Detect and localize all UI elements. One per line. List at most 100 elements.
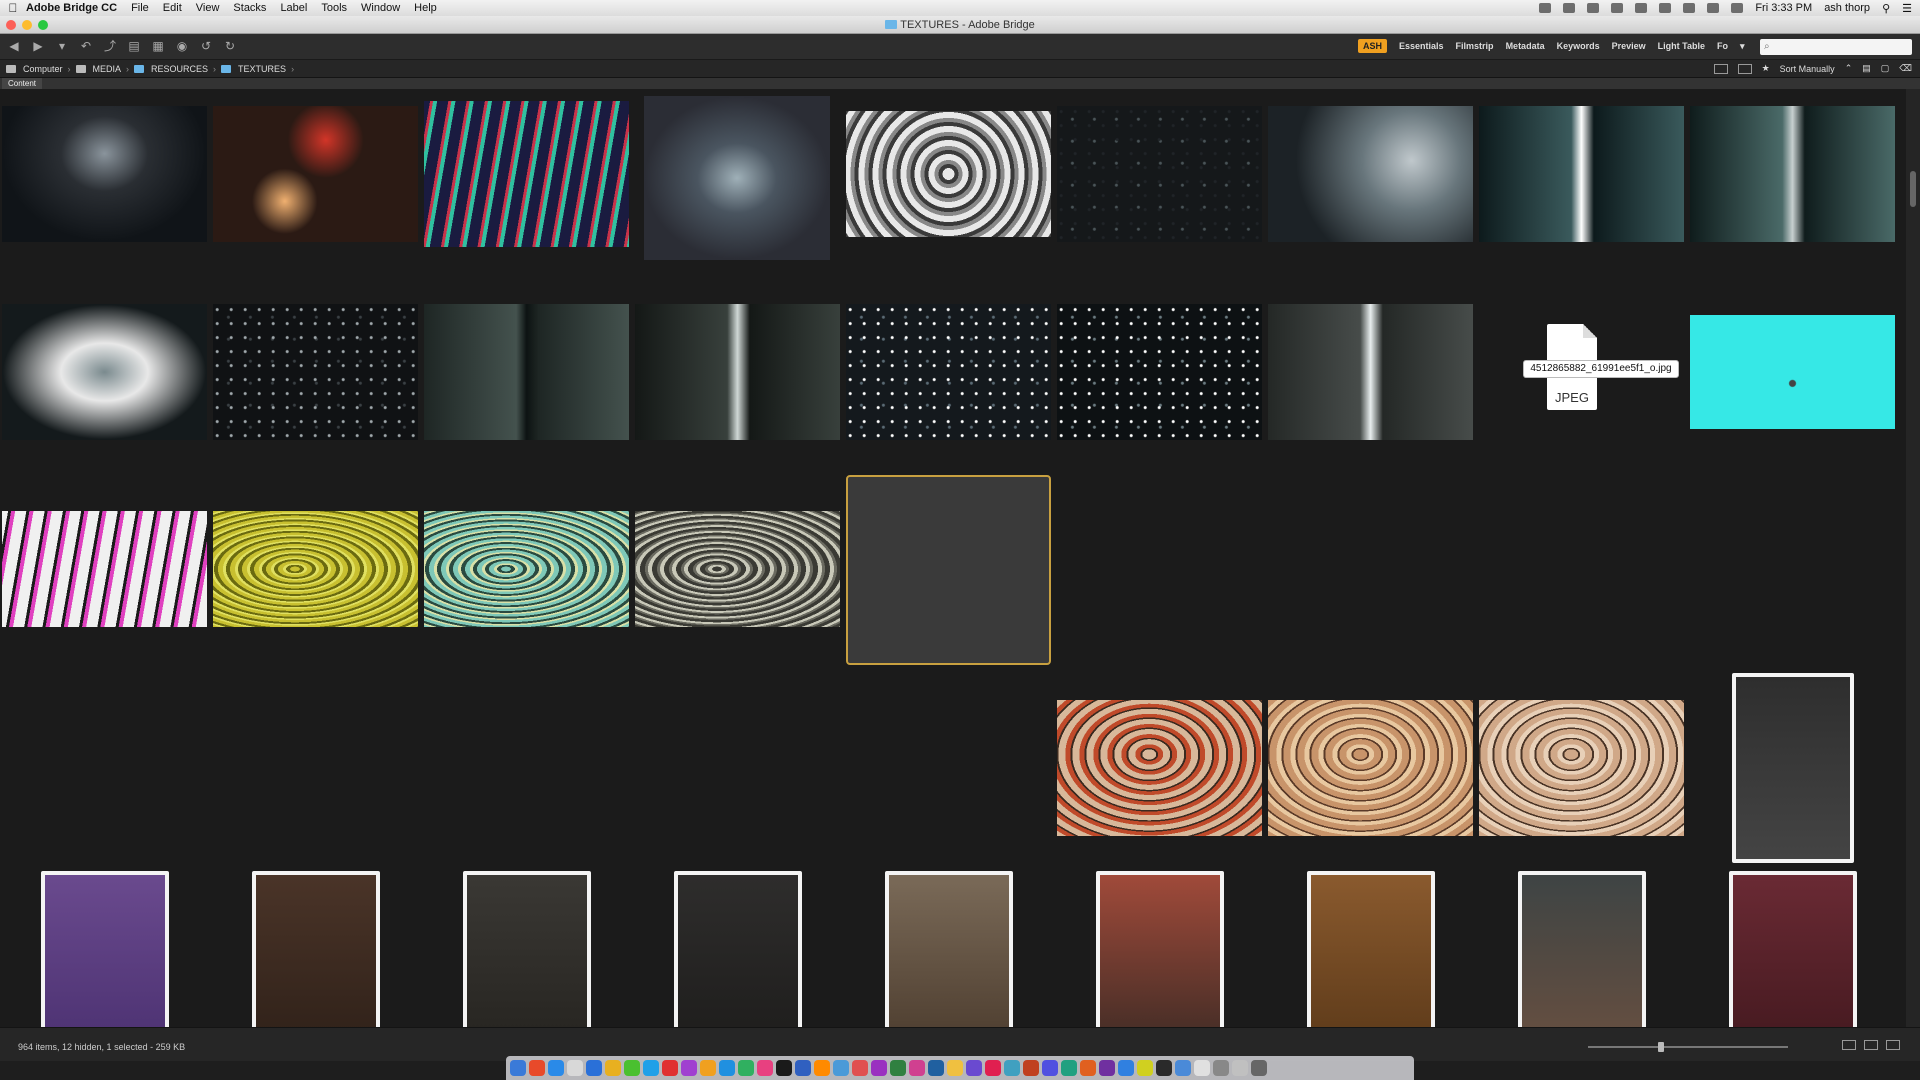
dock-app-icon[interactable] [1080, 1060, 1096, 1076]
apple-icon[interactable]:  [0, 1, 26, 15]
dock-app-icon[interactable] [852, 1060, 868, 1076]
new-folder-icon[interactable]: ▢ [1881, 63, 1890, 74]
thumbnail-cell[interactable] [2, 475, 207, 665]
rotate-right-icon[interactable]: ↻ [222, 39, 238, 53]
thumbnail-cell[interactable] [1268, 89, 1473, 269]
workspace-dropdown-icon[interactable]: ▾ [1740, 41, 1745, 52]
slider-knob[interactable] [1658, 1042, 1664, 1052]
refine-icon[interactable]: ▦ [150, 39, 166, 53]
dock-app-icon[interactable] [548, 1060, 564, 1076]
dock-app-icon[interactable] [757, 1060, 773, 1076]
thumbnail-cell[interactable] [1690, 475, 1895, 665]
thumbnail-cell[interactable] [846, 673, 1051, 863]
dock-app-icon[interactable] [738, 1060, 754, 1076]
wifi-icon[interactable] [1707, 3, 1720, 13]
dock-app-icon[interactable] [719, 1060, 735, 1076]
return-to-app-icon[interactable]: ↶ [78, 39, 94, 53]
thumbnail-cell[interactable] [1268, 277, 1473, 467]
dock-app-icon[interactable] [833, 1060, 849, 1076]
thumbnail-cell[interactable] [846, 871, 1051, 1027]
thumbnail-cell[interactable] [213, 673, 418, 863]
menu-view[interactable]: View [196, 2, 220, 14]
display-icon[interactable] [1635, 3, 1648, 13]
thumbnail-cell[interactable]: 4512865882_61991ee5f1_o.jpg JPEG [1479, 277, 1684, 467]
open-recent-icon[interactable]: ▤ [1862, 63, 1871, 74]
dock-app-icon[interactable] [1137, 1060, 1153, 1076]
workspace-metadata[interactable]: Metadata [1506, 41, 1545, 51]
menu-tools[interactable]: Tools [321, 2, 347, 14]
dock-app-icon[interactable] [871, 1060, 887, 1076]
thumbnail-cell[interactable] [1268, 475, 1473, 665]
sort-dropdown[interactable]: Sort Manually [1780, 64, 1835, 74]
thumbnail-cell[interactable] [213, 871, 418, 1027]
workspace-ash[interactable]: ASH [1358, 39, 1388, 53]
dock-app-icon[interactable] [776, 1060, 792, 1076]
thumbnail-cell[interactable] [1479, 475, 1684, 665]
dock-app-icon[interactable] [966, 1060, 982, 1076]
thumbnail-cell[interactable] [424, 277, 629, 467]
dock-app-icon[interactable] [795, 1060, 811, 1076]
dock-app-icon[interactable] [1232, 1060, 1248, 1076]
thumbnail-cell[interactable] [213, 277, 418, 467]
scrollbar-thumb[interactable] [1910, 171, 1916, 207]
dock-app-icon[interactable] [814, 1060, 830, 1076]
get-photos-icon[interactable]: ▤ [126, 39, 142, 53]
thumbnail-cell[interactable] [213, 475, 418, 665]
dock-app-icon[interactable] [586, 1060, 602, 1076]
thumbnail-cell[interactable] [1057, 89, 1262, 269]
menu-edit[interactable]: Edit [163, 2, 182, 14]
thumbnail-cell[interactable] [1057, 277, 1262, 467]
behance-icon[interactable] [1539, 3, 1552, 13]
battery-icon[interactable] [1731, 3, 1744, 13]
thumbnail-cell[interactable] [1057, 673, 1262, 863]
menubar-user[interactable]: ash thorp [1824, 2, 1870, 14]
thumbnail-cell[interactable] [1057, 871, 1262, 1027]
dock-app-icon[interactable] [624, 1060, 640, 1076]
thumbnail-cell[interactable] [1690, 89, 1895, 269]
dropbox-icon[interactable] [1611, 3, 1624, 13]
search-input[interactable] [1760, 39, 1912, 55]
dock-app-icon[interactable] [1175, 1060, 1191, 1076]
dock-app-icon[interactable] [1023, 1060, 1039, 1076]
dock-app-icon[interactable] [985, 1060, 1001, 1076]
thumbnail-cell[interactable] [1479, 871, 1684, 1027]
sort-ascending-icon[interactable]: ⌃ [1845, 63, 1853, 74]
notification-center-icon[interactable]: ☰ [1902, 2, 1912, 15]
thumbnail-cell[interactable] [846, 475, 1051, 665]
boomerang-icon[interactable]: ⤴ [102, 39, 118, 53]
thumbnail-cell[interactable] [1690, 277, 1895, 467]
dock-app-icon[interactable] [510, 1060, 526, 1076]
menubar-clock[interactable]: Fri 3:33 PM [1755, 2, 1812, 14]
star-filter-icon[interactable]: ★ [1762, 63, 1770, 74]
thumbnail-cell[interactable] [424, 871, 629, 1027]
workspace-light-table[interactable]: Light Table [1658, 41, 1705, 51]
dock-app-icon[interactable] [1194, 1060, 1210, 1076]
history-dropdown-icon[interactable]: ▾ [54, 39, 70, 53]
messages-icon[interactable] [1587, 3, 1600, 13]
dock-app-icon[interactable] [1099, 1060, 1115, 1076]
dock-app-icon[interactable] [890, 1060, 906, 1076]
thumbnail-cell[interactable] [213, 89, 418, 269]
thumbnail-cell[interactable] [635, 89, 840, 269]
thumbnail-cell[interactable] [1690, 871, 1895, 1027]
details-view-icon[interactable] [1864, 1040, 1878, 1050]
thumbnail-cell[interactable] [2, 89, 207, 269]
thumbnail-cell[interactable] [2, 277, 207, 467]
thumbnail-size-slider[interactable] [1588, 1042, 1788, 1052]
menu-file[interactable]: File [131, 2, 149, 14]
dock-app-icon[interactable] [1251, 1060, 1267, 1076]
forward-arrow-icon[interactable]: ▶ [30, 39, 46, 53]
dock-app-icon[interactable] [662, 1060, 678, 1076]
list-view-icon[interactable] [1886, 1040, 1900, 1050]
menu-window[interactable]: Window [361, 2, 400, 14]
tab-content[interactable]: Content [2, 78, 43, 89]
dock-app-icon[interactable] [1156, 1060, 1172, 1076]
dock-app-icon[interactable] [605, 1060, 621, 1076]
jpeg-file-icon[interactable]: 4512865882_61991ee5f1_o.jpg JPEG [1523, 324, 1679, 410]
open-in-camera-raw-icon[interactable]: ◉ [174, 39, 190, 53]
spotlight-icon[interactable]: ⚲ [1882, 2, 1890, 15]
thumbnail-cell[interactable] [846, 277, 1051, 467]
dock-app-icon[interactable] [567, 1060, 583, 1076]
vertical-scrollbar[interactable] [1906, 89, 1920, 1027]
volume-icon[interactable] [1659, 3, 1672, 13]
